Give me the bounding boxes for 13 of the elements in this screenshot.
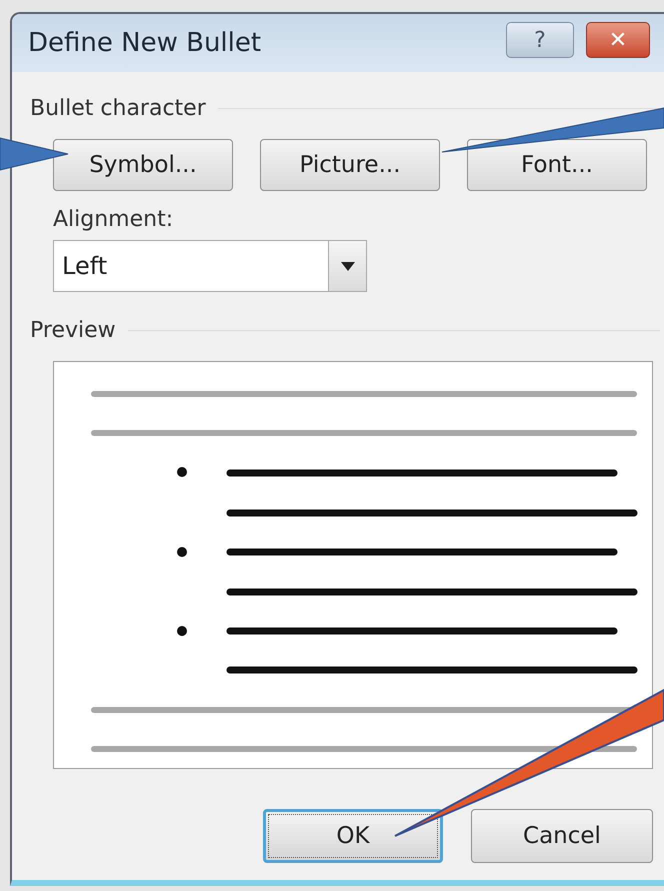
- dialog-button[interactable]: Font...: [467, 139, 647, 191]
- preview-label: Preview: [30, 317, 116, 345]
- window-title: Define New Bullet: [28, 26, 262, 60]
- help-button[interactable]: ?: [506, 22, 574, 58]
- alignment-label: Alignment:: [53, 206, 174, 234]
- dialog-button[interactable]: Cancel: [471, 809, 653, 863]
- dialog-button[interactable]: OK: [263, 809, 443, 863]
- group-label: Bullet character: [30, 95, 206, 123]
- dialog-button[interactable]: Picture...: [260, 139, 440, 191]
- alignment-value: Left: [61, 251, 108, 282]
- alignment-dropdown[interactable]: Left: [53, 240, 367, 292]
- dialog-button[interactable]: Symbol...: [53, 139, 233, 191]
- callout-arrow: [0, 137, 68, 171]
